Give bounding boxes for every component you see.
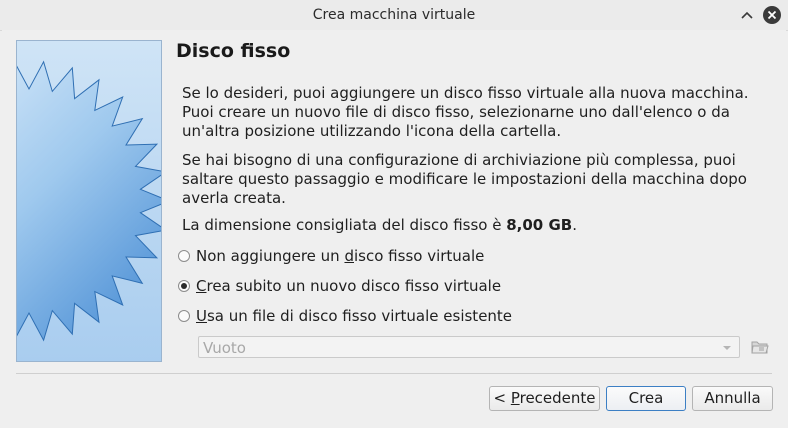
- window-title: Crea macchina virtuale: [312, 7, 476, 23]
- recommended-size-value: 8,00 GB: [506, 216, 573, 234]
- close-circle-icon: [763, 6, 781, 24]
- radio-label: Usa un file di disco fisso virtuale esis…: [196, 307, 513, 325]
- radio-indicator[interactable]: [178, 280, 190, 292]
- cancel-button[interactable]: Annulla: [692, 386, 773, 411]
- advanced-note-paragraph: Se hai bisogno di una configurazione di …: [182, 151, 747, 207]
- radio-use-existing-disk[interactable]: Usa un file di disco fisso virtuale esis…: [178, 306, 512, 326]
- starburst-shape: [17, 60, 161, 342]
- radio-create-new-disk[interactable]: Crea subito un nuovo disco fisso virtual…: [178, 276, 501, 296]
- title-bar[interactable]: Crea macchina virtuale: [0, 0, 788, 31]
- chevron-up-icon: [741, 11, 753, 19]
- chevron-down-icon: [723, 346, 731, 350]
- close-button[interactable]: [762, 5, 782, 25]
- radio-label: Crea subito un nuovo disco fisso virtual…: [196, 277, 502, 295]
- recommended-prefix: La dimensione consigliata del disco fiss…: [182, 216, 507, 234]
- page-title: Disco fisso: [176, 40, 291, 62]
- radio-no-disk[interactable]: Non aggiungere un disco fisso virtuale: [178, 246, 484, 266]
- folder-icon: [751, 341, 769, 354]
- existing-disk-select-value: Vuoto: [203, 339, 246, 357]
- radio-label: Non aggiungere un disco fisso virtuale: [196, 247, 485, 265]
- shade-button[interactable]: [737, 5, 757, 25]
- wizard-banner-image: [16, 40, 162, 362]
- back-button[interactable]: < Precedente: [489, 386, 600, 411]
- radio-indicator[interactable]: [178, 250, 190, 262]
- choose-disk-file-button[interactable]: [750, 338, 770, 356]
- recommended-suffix: .: [572, 216, 577, 234]
- description-paragraph: Se lo desideri, puoi aggiungere un disco…: [182, 84, 749, 140]
- existing-disk-select[interactable]: Vuoto: [198, 336, 740, 358]
- starburst-icon: [17, 60, 161, 342]
- create-button[interactable]: Crea: [606, 386, 686, 411]
- recommended-size-text: La dimensione consigliata del disco fiss…: [182, 216, 772, 235]
- button-divider: [16, 373, 772, 374]
- radio-indicator[interactable]: [178, 310, 190, 322]
